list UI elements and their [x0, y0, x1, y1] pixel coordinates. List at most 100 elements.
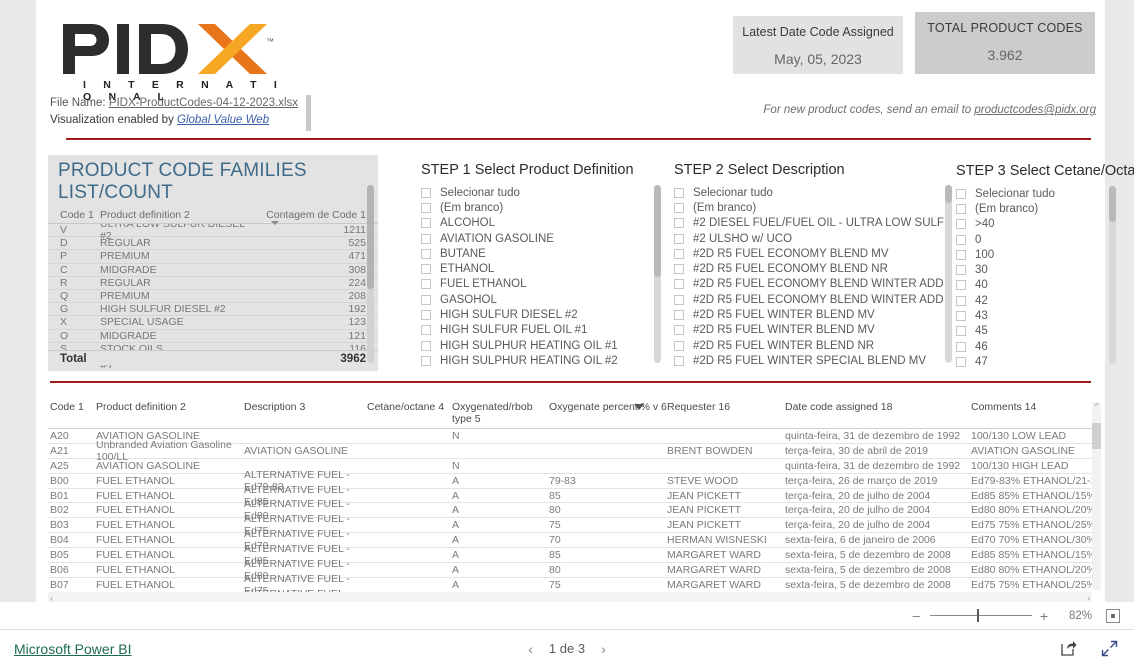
slicer3-item-5[interactable]: 30 — [956, 262, 1101, 277]
slicer2-item-1[interactable]: (Em branco) — [674, 200, 944, 215]
product-codes-email-link[interactable]: productcodes@pidx.org — [974, 104, 1096, 116]
next-page-icon[interactable]: › — [601, 641, 606, 657]
checkbox-icon[interactable] — [674, 187, 684, 198]
table-row[interactable]: A21 Unbranded Aviation Gasoline 100/LL AVI… — [48, 439, 1092, 463]
checkbox-icon[interactable] — [421, 264, 431, 275]
table-row[interactable]: C MIDGRADE 308 — [48, 264, 378, 277]
slicer3-item-4[interactable]: 100 — [956, 247, 1101, 262]
col-header-product-definition[interactable]: Product definition 2 — [96, 401, 244, 425]
slicer2-item-2[interactable]: #2 DIESEL FUEL/FUEL OIL - ULTRA LOW SULF… — [674, 216, 944, 231]
slicer1-item-2[interactable]: ALCOHOL — [421, 216, 649, 231]
col-header-requester[interactable]: Requester 16 — [667, 401, 785, 425]
zoom-in-button[interactable]: + — [1040, 608, 1048, 624]
families-scroll-thumb[interactable] — [367, 185, 374, 289]
slicer2-item-4[interactable]: #2D R5 FUEL ECONOMY BLEND MV — [674, 246, 944, 261]
slicer2-item-6[interactable]: #2D R5 FUEL ECONOMY BLEND WINTER ADDITI.… — [674, 277, 944, 292]
checkbox-icon[interactable] — [421, 187, 431, 198]
checkbox-icon[interactable] — [674, 279, 684, 290]
slicer3-item-8[interactable]: 43 — [956, 308, 1101, 323]
kpi-latest-date-code[interactable]: Latest Date Code Assigned May, 05, 2023 — [733, 16, 903, 74]
checkbox-icon[interactable] — [421, 233, 431, 244]
checkbox-icon[interactable] — [956, 188, 966, 199]
slicer2-item-7[interactable]: #2D R5 FUEL ECONOMY BLEND WINTER ADDITI.… — [674, 292, 944, 307]
checkbox-icon[interactable] — [956, 341, 966, 352]
checkbox-icon[interactable] — [956, 311, 966, 322]
slicer2-item-3[interactable]: #2 ULSHO w/ UCO — [674, 231, 944, 246]
product-codes-table[interactable]: Code 1 Product definition 2 Description … — [48, 398, 1092, 598]
checkbox-icon[interactable] — [956, 280, 966, 291]
slicer3-item-1[interactable]: (Em branco) — [956, 201, 1101, 216]
table-row[interactable]: B02 FUEL ETHANOL ALTERNATIVE FUEL - Ed80 A 8… — [48, 498, 1092, 522]
fit-to-page-icon[interactable] — [1106, 608, 1120, 623]
file-name-link[interactable]: PIDX-ProductCodes-04-12-2023.xlsx — [109, 97, 298, 109]
share-icon[interactable] — [1060, 640, 1077, 657]
slicer1-item-3[interactable]: AVIATION GASOLINE — [421, 231, 649, 246]
slicer2-item-9[interactable]: #2D R5 FUEL WINTER BLEND MV — [674, 323, 944, 338]
table-row[interactable]: B03 FUEL ETHANOL ALTERNATIVE FUEL - Ed75 A 7… — [48, 513, 1092, 537]
checkbox-icon[interactable] — [674, 325, 684, 336]
col-header-cetane-octane[interactable]: Cetane/octane 4 — [367, 401, 452, 425]
table-row[interactable]: B06 FUEL ETHANOL ALTERNATIVE FUEL - Ed80 A 8… — [48, 558, 1092, 582]
slicer3-scrollbar[interactable] — [1109, 186, 1116, 364]
slicer3-scroll-thumb[interactable] — [1109, 186, 1116, 222]
slicer1-item-4[interactable]: BUTANE — [421, 246, 649, 261]
slicer3-item-0[interactable]: Selecionar tudo — [956, 186, 1101, 201]
checkbox-icon[interactable] — [674, 202, 684, 213]
kpi-total-product-codes[interactable]: TOTAL PRODUCT CODES 3.962 — [915, 12, 1095, 74]
col-header-oxygenate-percent[interactable]: Oxygenate percent % v 6 — [549, 401, 667, 425]
slicer1-item-11[interactable]: HIGH SULPHUR HEATING OIL #2 — [421, 353, 649, 368]
slicer2-item-10[interactable]: #2D R5 FUEL WINTER BLEND NR — [674, 338, 944, 353]
table-row[interactable]: B00 FUEL ETHANOL ALTERNATIVE FUEL - Ed79-8… — [48, 469, 1092, 493]
checkbox-icon[interactable] — [421, 294, 431, 305]
checkbox-icon[interactable] — [421, 355, 431, 366]
global-value-web-link[interactable]: Global Value Web — [177, 114, 269, 126]
checkbox-icon[interactable] — [421, 340, 431, 351]
slicer3-item-11[interactable]: 47 — [956, 354, 1101, 369]
checkbox-icon[interactable] — [421, 279, 431, 290]
slicer3-item-7[interactable]: 42 — [956, 293, 1101, 308]
slicer1-item-1[interactable]: (Em branco) — [421, 200, 649, 215]
zoom-out-button[interactable]: – — [913, 608, 920, 623]
checkbox-icon[interactable] — [674, 264, 684, 275]
table-scroll-thumb[interactable] — [1092, 423, 1101, 449]
table-row[interactable]: D REGULAR 525 — [48, 237, 378, 251]
checkbox-icon[interactable] — [956, 234, 966, 245]
families-header-code[interactable]: Code 1 — [60, 209, 100, 221]
families-scrollbar[interactable] — [367, 185, 374, 363]
slicer2-item-11[interactable]: #2D R5 FUEL WINTER SPECIAL BLEND MV — [674, 353, 944, 368]
slicer1-scroll-thumb[interactable] — [654, 185, 661, 277]
checkbox-icon[interactable] — [956, 219, 966, 230]
fullscreen-icon[interactable] — [1101, 640, 1118, 657]
slicer2-item-0[interactable]: Selecionar tudo — [674, 185, 944, 200]
table-row[interactable]: Q PREMIUM 208 — [48, 290, 378, 304]
slicer3-item-3[interactable]: 0 — [956, 232, 1101, 247]
col-header-description[interactable]: Description 3 — [244, 401, 367, 425]
slicer2-item-8[interactable]: #2D R5 FUEL WINTER BLEND MV — [674, 307, 944, 322]
col-header-code[interactable]: Code 1 — [48, 401, 96, 425]
checkbox-icon[interactable] — [956, 249, 966, 260]
slicer1-item-5[interactable]: ETHANOL — [421, 261, 649, 276]
slicer1-scrollbar[interactable] — [654, 185, 661, 363]
zoom-slider[interactable] — [929, 608, 1032, 623]
checkbox-icon[interactable] — [421, 325, 431, 336]
slicer3-item-2[interactable]: >40 — [956, 217, 1101, 232]
table-row[interactable]: B05 FUEL ETHANOL ALTERNATIVE FUEL - Ed85 A 8… — [48, 543, 1092, 567]
slicer3-item-9[interactable]: 45 — [956, 324, 1101, 339]
families-header-count[interactable]: Contagem de Code 1 — [258, 209, 366, 225]
col-header-comments[interactable]: Comments 14 — [971, 401, 1092, 425]
slicer1-item-7[interactable]: GASOHOL — [421, 292, 649, 307]
table-row[interactable]: P PREMIUM 471 — [48, 250, 378, 264]
table-row[interactable]: B04 FUEL ETHANOL ALTERNATIVE FUEL - Ed70 A 7… — [48, 528, 1092, 552]
table-vertical-scrollbar[interactable]: ^ — [1092, 402, 1101, 590]
table-row[interactable]: B07 FUEL ETHANOL ALTERNATIVE FUEL - Ed75 A 7… — [48, 573, 1092, 597]
families-header-definition[interactable]: Product definition 2 — [100, 209, 258, 221]
checkbox-icon[interactable] — [956, 326, 966, 337]
table-row[interactable]: V ULTRA LOW SULFUR DIESEL #2 1211 — [48, 224, 378, 242]
col-header-date-assigned[interactable]: Date code assigned 18 — [785, 401, 971, 425]
slicer1-item-6[interactable]: FUEL ETHANOL — [421, 277, 649, 292]
families-rows[interactable]: V ULTRA LOW SULFUR DIESEL #2 1211 D REGU… — [48, 224, 378, 368]
slicer3-item-6[interactable]: 40 — [956, 278, 1101, 293]
checkbox-icon[interactable] — [674, 294, 684, 305]
checkbox-icon[interactable] — [674, 218, 684, 229]
slicer3-item-10[interactable]: 46 — [956, 339, 1101, 354]
